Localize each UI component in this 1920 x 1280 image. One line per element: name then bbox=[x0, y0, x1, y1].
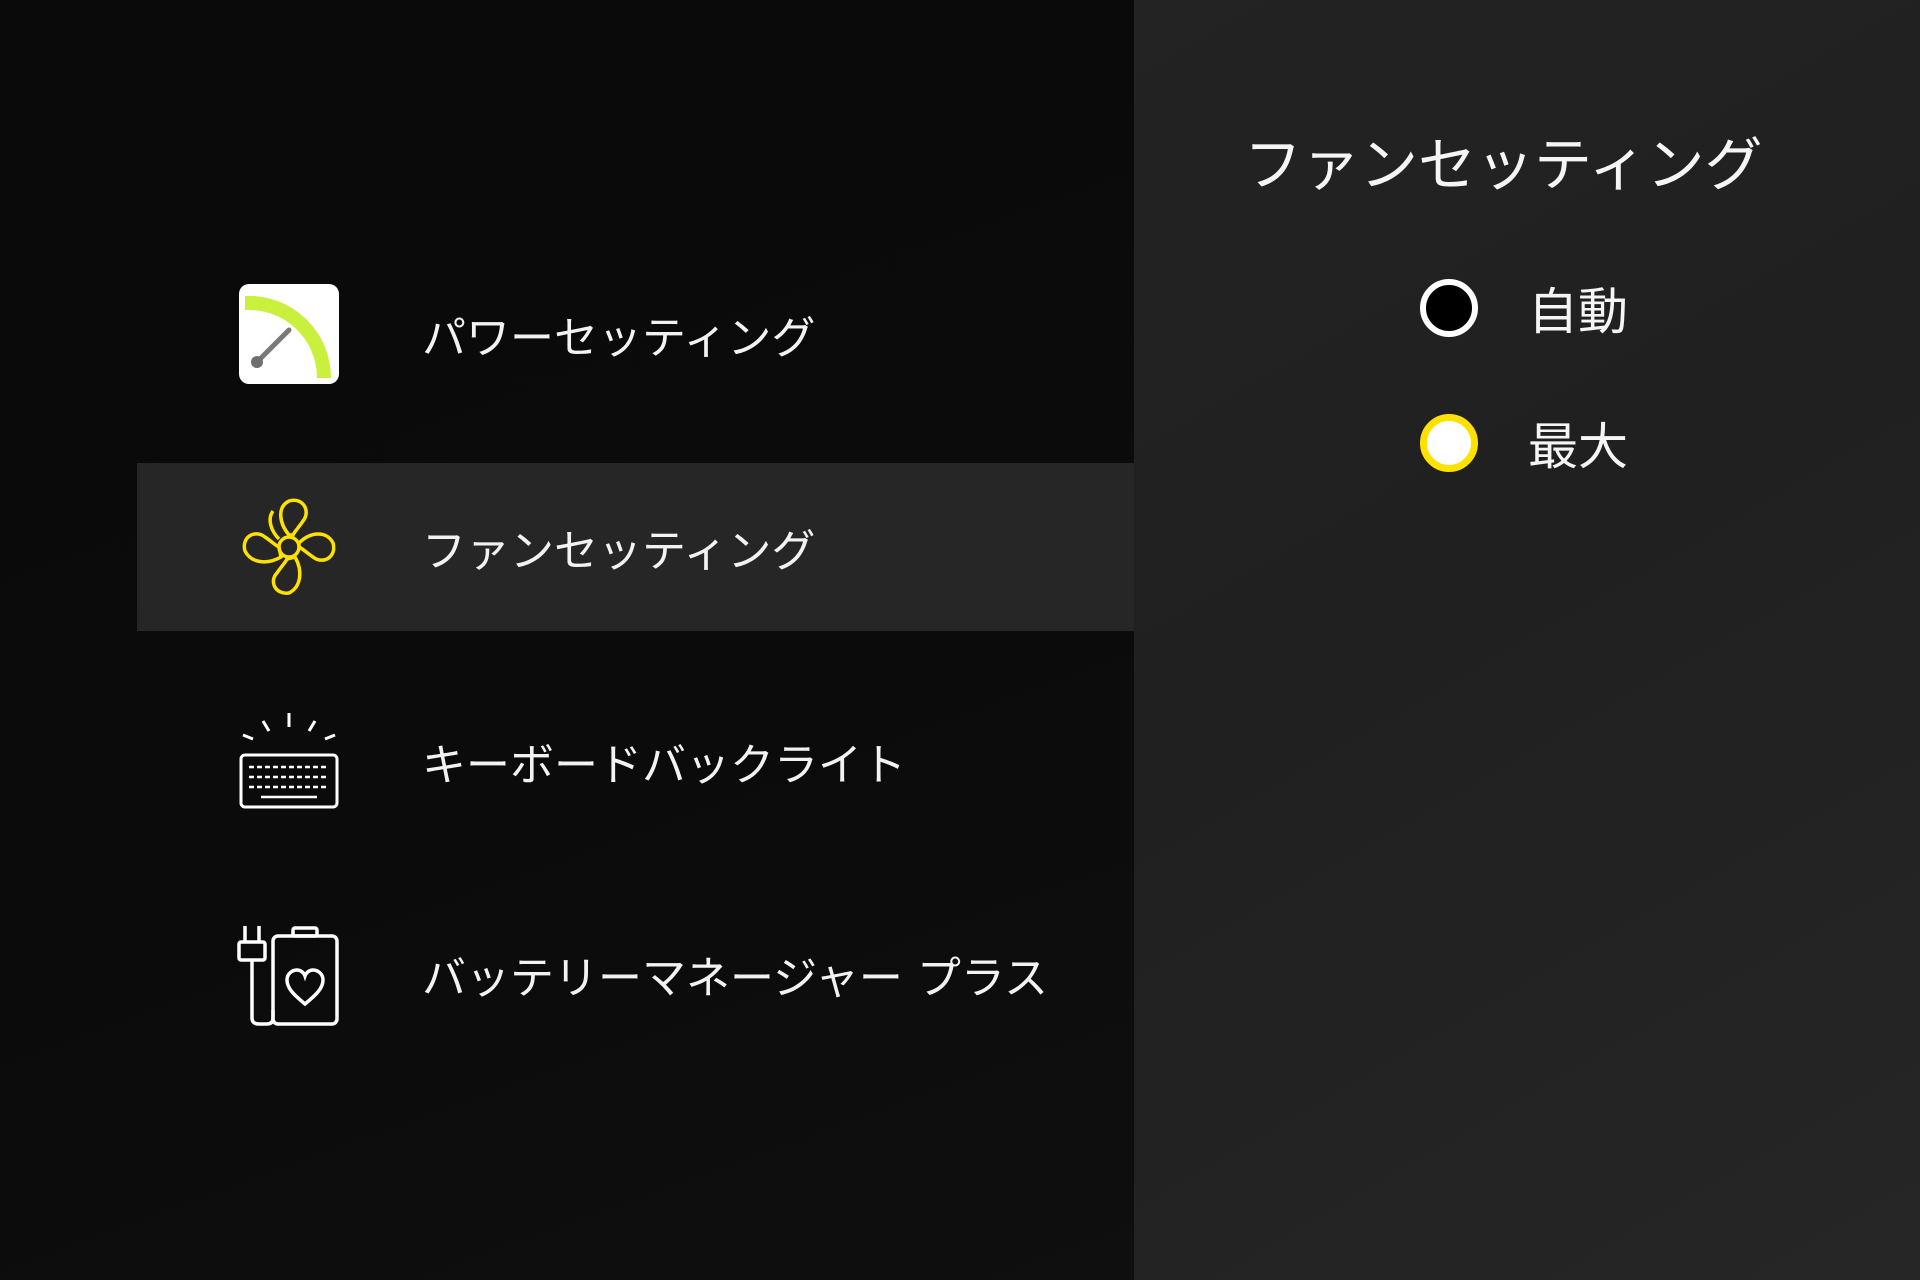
nav-item-keyboard-backlight[interactable]: キーボードバックライト bbox=[137, 677, 1134, 845]
radio-option-auto[interactable]: 自動 bbox=[1420, 273, 1628, 343]
battery-manager-icon bbox=[237, 922, 341, 1026]
nav-item-label: キーボードバックライト bbox=[422, 740, 906, 791]
nav-item-battery-manager-plus[interactable]: バッテリーマネージャー プラス bbox=[137, 890, 1134, 1058]
radio-dot bbox=[1434, 428, 1464, 458]
radio-button-max[interactable] bbox=[1420, 414, 1478, 472]
radio-button-auto[interactable] bbox=[1420, 279, 1478, 337]
radio-label-max: 最大 bbox=[1528, 418, 1628, 476]
fan-settings-app: パワーセッティング ファンセッティング キーボードバックライト バッテリーマネー… bbox=[0, 0, 1920, 1280]
nav-item-fan-settings[interactable]: ファンセッティング bbox=[137, 463, 1134, 631]
nav-item-label: ファンセッティング bbox=[422, 526, 816, 577]
nav-item-label: パワーセッティング bbox=[422, 313, 816, 364]
radio-label-auto: 自動 bbox=[1528, 283, 1628, 341]
settings-nav: パワーセッティング ファンセッティング キーボードバックライト バッテリーマネー… bbox=[0, 0, 1134, 1280]
nav-item-label: バッテリーマネージャー プラス bbox=[422, 953, 1049, 1004]
fan-settings-panel: ファンセッティング 自動 最大 bbox=[1134, 0, 1920, 1280]
fan-icon bbox=[237, 495, 341, 599]
keyboard-backlight-icon bbox=[237, 709, 341, 813]
page-title: ファンセッティング bbox=[1244, 131, 1763, 199]
power-gauge-icon bbox=[237, 282, 341, 386]
nav-item-power-settings[interactable]: パワーセッティング bbox=[137, 250, 1134, 418]
radio-option-max[interactable]: 最大 bbox=[1420, 408, 1628, 478]
